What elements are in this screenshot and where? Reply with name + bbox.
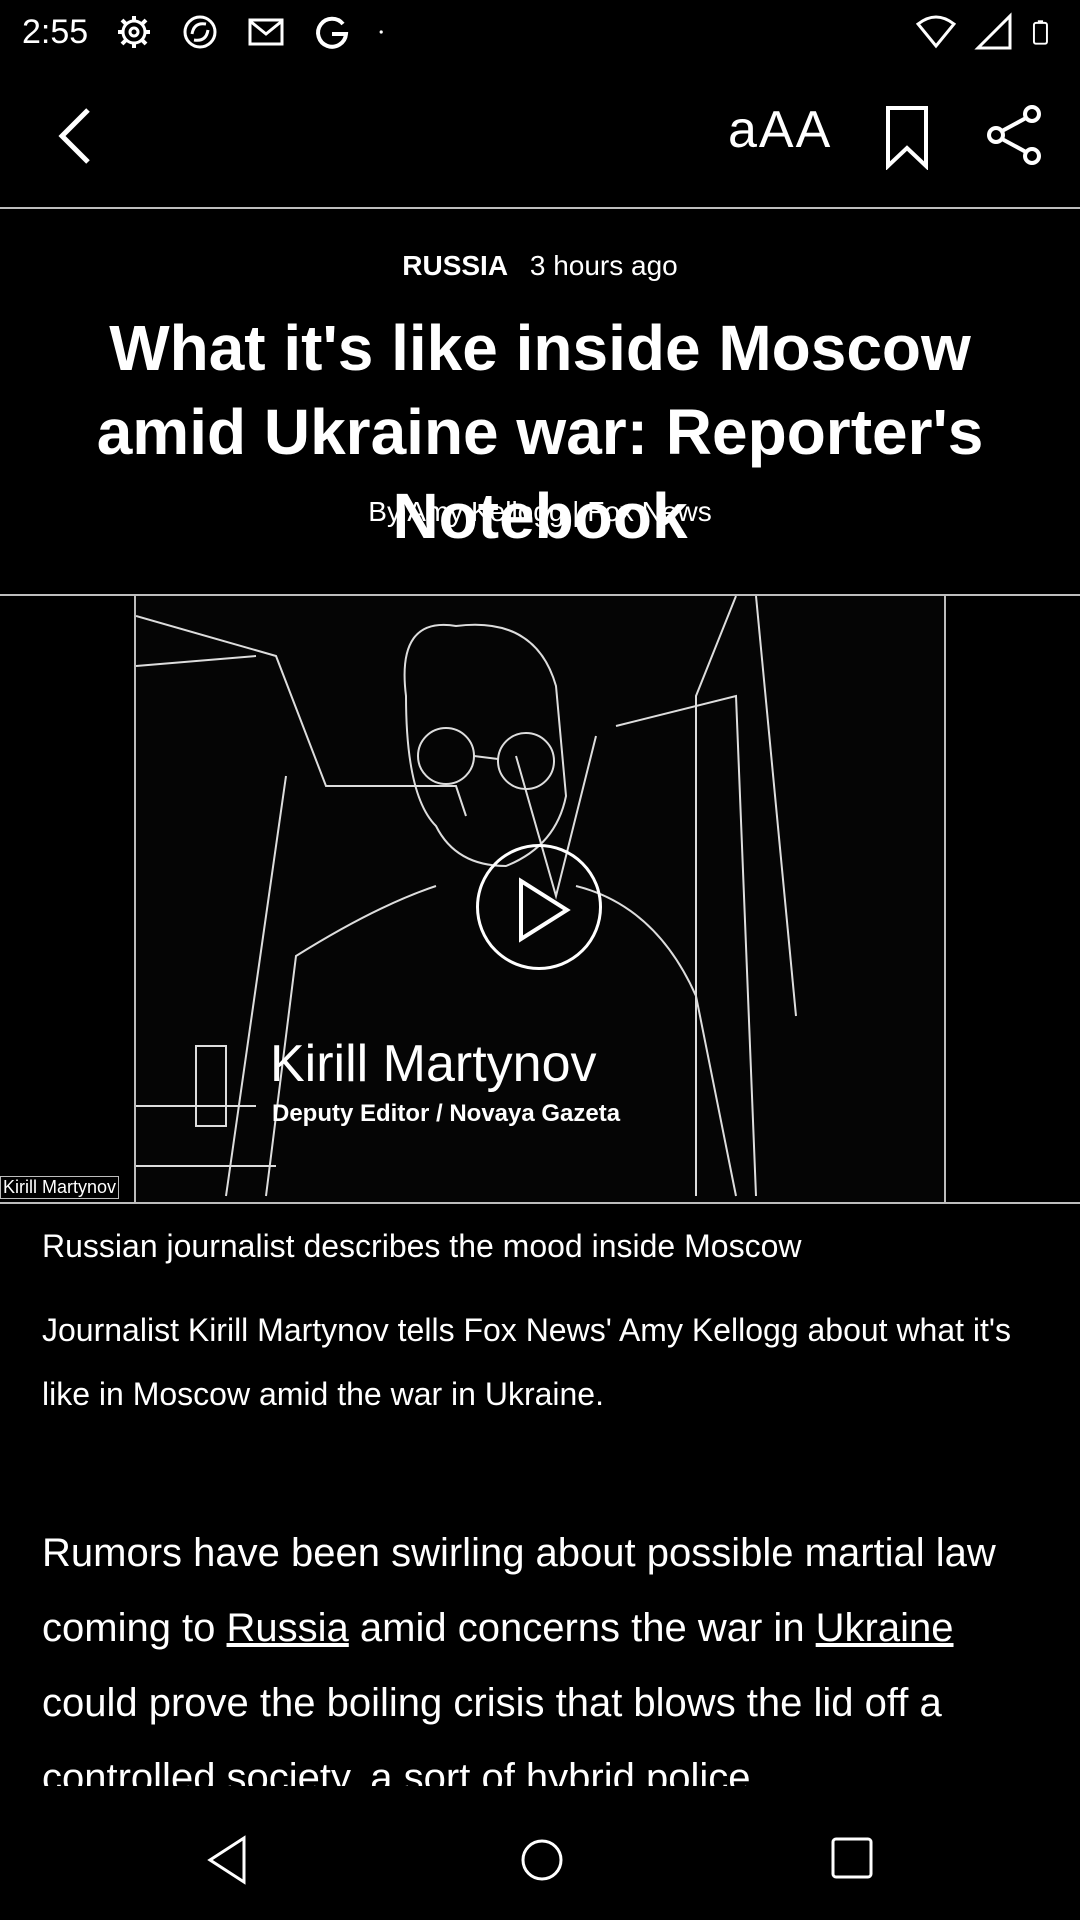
link-russia[interactable]: Russia <box>227 1606 349 1650</box>
font-size-label: aAA <box>728 101 833 159</box>
body-text: amid concerns the war in <box>348 1606 816 1650</box>
clock: 2:55 <box>22 12 89 51</box>
category-tag[interactable]: RUSSIA <box>402 250 508 281</box>
sync-icon <box>183 15 217 49</box>
bookmark-icon[interactable] <box>884 104 930 170</box>
byline: By Amy Kellogg | Fox News <box>368 496 712 527</box>
status-left: 2:55 <box>22 12 394 52</box>
nav-home-icon[interactable] <box>518 1836 566 1884</box>
nav-back-icon[interactable] <box>204 1834 252 1886</box>
body-text: could prove the boiling crisis that blow… <box>42 1681 942 1786</box>
wifi-icon <box>916 15 956 49</box>
font-size-button[interactable]: aAA <box>728 100 832 170</box>
corner-caption: Kirill Martynov <box>0 1176 120 1199</box>
google-icon <box>316 16 349 49</box>
dot-icon <box>379 30 383 34</box>
video-title: Russian journalist describes the mood in… <box>42 1228 802 1264</box>
play-icon <box>519 877 571 943</box>
share-icon[interactable] <box>984 104 1046 166</box>
settings-icon <box>118 16 151 48</box>
back-icon[interactable] <box>48 104 104 168</box>
signal-icon <box>974 12 1012 50</box>
timestamp: 3 hours ago <box>529 250 678 281</box>
system-nav-bar <box>0 1800 1080 1920</box>
video-description: Journalist Kirill Martynov tells Fox New… <box>42 1312 1012 1412</box>
link-ukraine[interactable]: Ukraine <box>816 1606 954 1650</box>
nav-recents-icon[interactable] <box>830 1836 874 1880</box>
battery-icon <box>1032 20 1048 45</box>
article-toolbar: aAA <box>0 64 1080 209</box>
lower-third-name: Kirill Martynov <box>270 1035 597 1093</box>
play-button[interactable] <box>476 844 602 970</box>
video-player[interactable]: Kirill Martynov Deputy Editor / Novaya G… <box>0 594 1080 1204</box>
status-bar: 2:55 <box>0 0 1080 64</box>
lower-third-title: Deputy Editor / Novaya Gazeta <box>272 1100 621 1127</box>
gmail-icon <box>248 18 284 46</box>
article-meta: RUSSIA 3 hours ago <box>0 250 1080 282</box>
status-right <box>916 12 1058 52</box>
article-body: Rumors have been swirling about possible… <box>42 1516 1042 1786</box>
